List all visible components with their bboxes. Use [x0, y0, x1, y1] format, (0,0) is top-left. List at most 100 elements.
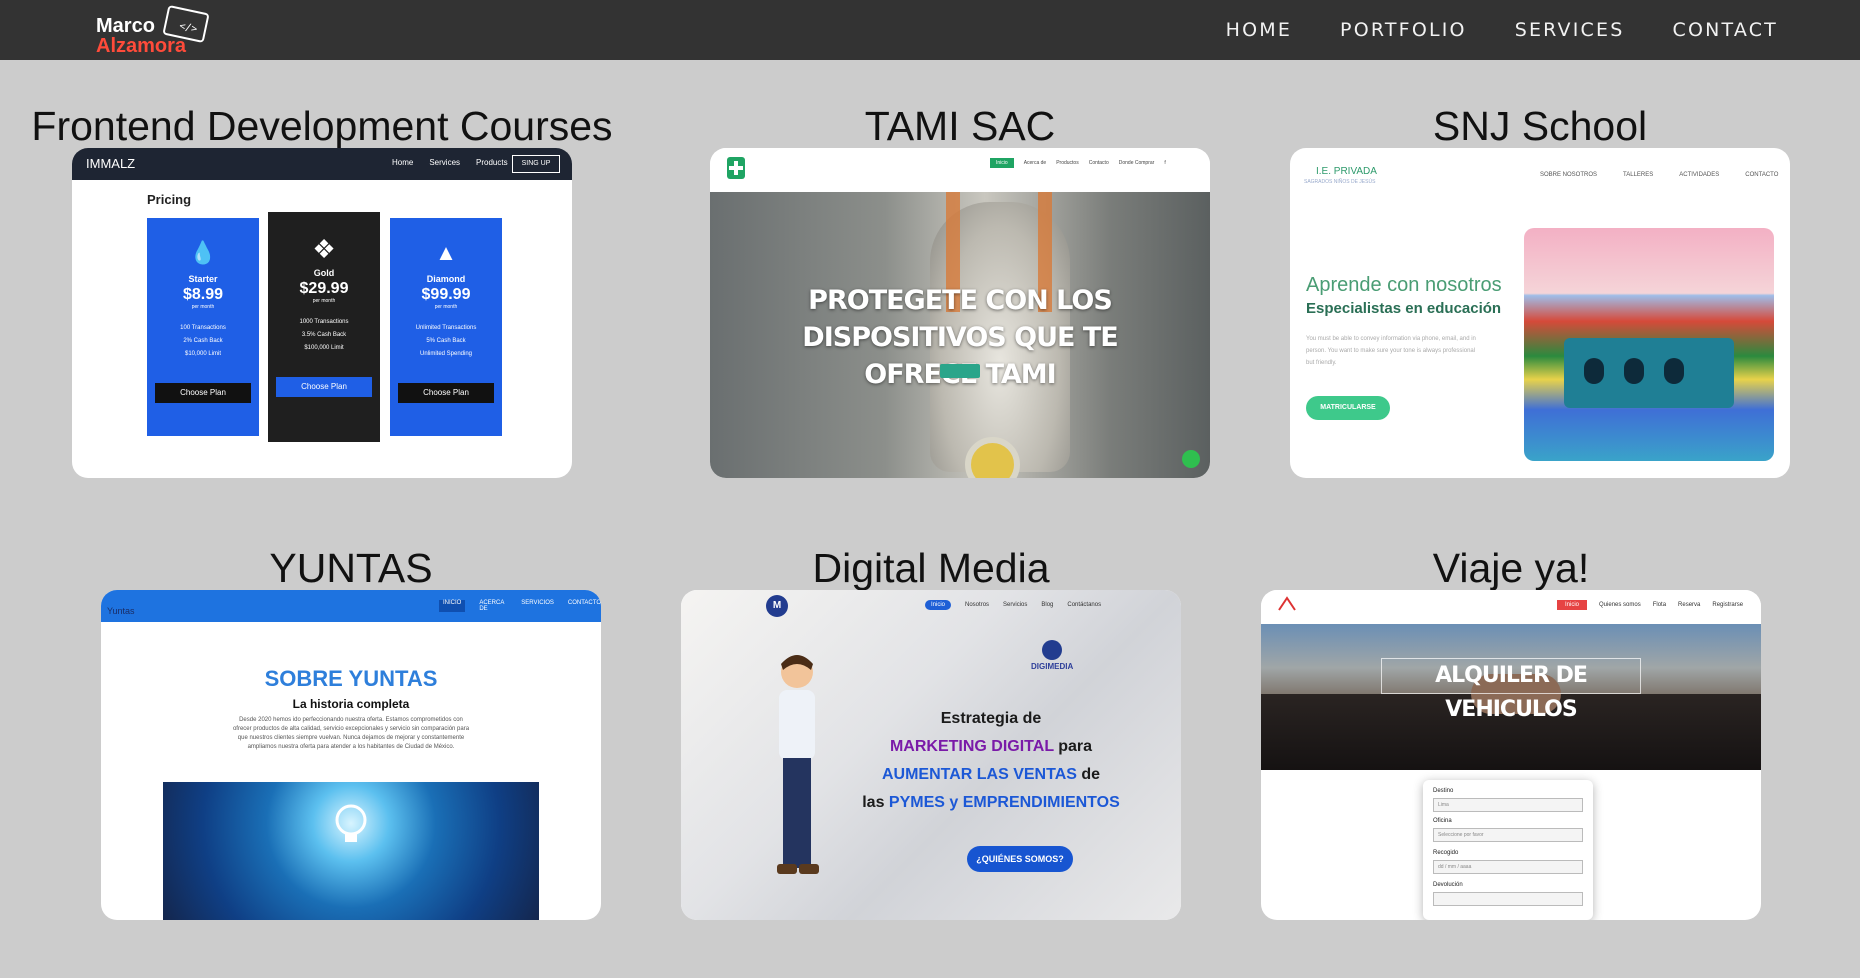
flame-icon: ▲: [435, 240, 457, 265]
preview-paragraph: Desde 2020 hemos ido perfeccionando nues…: [232, 717, 470, 750]
preview-links: Inicio Nosotros Servicios Blog Contáctan…: [925, 600, 1101, 610]
hero-highlight: PYMES y EMPRENDIMIENTOS: [888, 794, 1120, 811]
viaje-logo-icon: [1278, 596, 1296, 611]
preview-links: SOBRE NOSOTROS TALLERES ACTIVIDADES CONT…: [1540, 172, 1778, 178]
preview-heading: SOBRE YUNTAS: [264, 666, 438, 691]
preview-links: INICIO ACERCA DE SERVICIOS CONTACTO: [439, 600, 601, 612]
plan-feature: $100,000 Limit: [304, 345, 344, 351]
plan-price: $8.99: [182, 286, 224, 303]
preview-navbar: Inicio Acerca de Productos Contacto Dond…: [710, 148, 1210, 192]
preview-link: Inicio: [990, 158, 1014, 168]
plan-button: Choose Plan: [276, 377, 372, 397]
project-preview[interactable]: I.E. PRIVADA SAGRADOS NIÑOS DE JESÚS SOB…: [1290, 148, 1790, 478]
preview-link: SOBRE NOSOTROS: [1540, 172, 1598, 178]
preview-link: SERVICIOS: [521, 600, 554, 606]
form-label: Oficina: [1433, 818, 1452, 824]
digimedia-logo: DIGIMEDIA: [1031, 640, 1073, 671]
plan-feature: 3.5% Cash Back: [301, 332, 347, 338]
preview-link: Acerca de: [1023, 160, 1047, 166]
digimedia-logo-text: DIGIMEDIA: [1031, 662, 1074, 671]
hero-text: para: [1053, 738, 1093, 755]
hero-text: de: [1076, 766, 1101, 783]
preview-paragraph: You must be able to convey information v…: [1306, 336, 1476, 366]
preview-brand-sub: SAGRADOS NIÑOS DE JESÚS: [1304, 179, 1376, 185]
hero-line: Estrategia de: [940, 710, 1042, 727]
nav-home-link[interactable]: HOME: [1226, 19, 1292, 41]
preview-brand: I.E. PRIVADA: [1316, 166, 1377, 177]
drop-icon: 💧: [189, 240, 217, 265]
site-logo[interactable]: </> Marco Alzamora: [96, 4, 214, 56]
preview-subheading: La historia completa: [292, 697, 410, 711]
form-label: Destino: [1433, 788, 1454, 794]
logo-text-alzamora: Alzamora: [96, 35, 187, 57]
preview-booking-form: Destino Lima Oficina Seleccione por favo…: [1423, 780, 1593, 920]
preview-link: Productos: [1056, 160, 1079, 166]
plan-name: Gold: [313, 268, 335, 278]
preview-signup-button: SING UP: [512, 155, 560, 173]
form-date: dd / mm / aaaa: [1433, 860, 1583, 874]
hero-highlight: AUMENTAR LAS VENTAS: [881, 766, 1077, 783]
hero-line: PROTEGETE CON LOS: [808, 285, 1113, 316]
preview-link: Home: [392, 158, 414, 167]
hero-text: las: [862, 794, 889, 811]
preview-enroll-button: MATRICULARSE: [1306, 396, 1390, 420]
plan-feature: 1000 Transactions: [299, 319, 349, 325]
preview-pricing-heading: Pricing: [147, 192, 192, 207]
plan-card-starter: 💧 Starter $8.99 per month 100 Transactio…: [147, 218, 259, 436]
nav-contact-link[interactable]: CONTACT: [1672, 19, 1778, 41]
project-preview[interactable]: IMMALZ Home Services Products SING UP Pr…: [72, 148, 572, 478]
preview-link: CONTACTO: [567, 600, 601, 606]
preview-brand: Yuntas: [107, 606, 135, 616]
preview-link: INICIO: [439, 600, 466, 612]
top-navbar: </> Marco Alzamora HOME PORTFOLIO SERVIC…: [0, 0, 1860, 60]
preview-link: ACERCA DE: [479, 600, 505, 612]
form-select: Seleccione por favor: [1433, 828, 1583, 842]
plan-card-diamond: ▲ Diamond $99.99 per month Unlimited Tra…: [390, 218, 502, 436]
plan-button: Choose Plan: [398, 383, 494, 403]
preview-hero-button: [940, 364, 980, 378]
preview-link: Services: [429, 158, 461, 167]
project-title: SNJ School: [1432, 103, 1648, 149]
nav-links: HOME PORTFOLIO SERVICES CONTACT: [1226, 0, 1778, 60]
logo-text-marco: Marco: [96, 15, 155, 37]
preview-link: Registrarse: [1712, 602, 1744, 608]
nav-portfolio-link[interactable]: PORTFOLIO: [1340, 19, 1467, 41]
preview-hero: PROTEGETE CON LOS DISPOSITIVOS QUE TE OF…: [710, 192, 1210, 478]
project-preview[interactable]: Inicio Acerca de Productos Contacto Dond…: [710, 148, 1210, 478]
plan-card-gold: ❖ Gold $29.99 per month 1000 Transaction…: [268, 212, 380, 442]
project-preview[interactable]: Inicio Quienes somos Flota Reserva Regis…: [1261, 590, 1761, 920]
preview-link: Nosotros: [965, 602, 990, 608]
preview-subheading: Especialistas en educación: [1306, 300, 1502, 317]
preview-link: Products: [476, 158, 508, 167]
plan-button: Choose Plan: [155, 383, 251, 403]
preview-link: CONTACTO: [1745, 172, 1779, 178]
project-title: Viaje ya!: [1432, 545, 1590, 591]
preview-links: Inicio Acerca de Productos Contacto Dond…: [990, 158, 1166, 168]
form-label: Recogido: [1433, 850, 1459, 856]
plan-feature: 2% Cash Back: [183, 338, 223, 344]
preview-hero-title: ALQUILER DE VEHICULOS: [1381, 658, 1641, 722]
plan-name: Starter: [188, 274, 218, 284]
whatsapp-icon: [1182, 450, 1200, 468]
nav-services-link[interactable]: SERVICES: [1515, 19, 1625, 41]
preview-link: Contacto: [1088, 160, 1109, 166]
project-preview[interactable]: M Inicio Nosotros Servicios Blog Contáct…: [681, 590, 1181, 920]
plan-name: Diamond: [426, 274, 466, 284]
preview-link: Servicios: [1003, 602, 1028, 608]
plan-feature: $10,000 Limit: [184, 351, 222, 357]
cartoon-man-illustration: [777, 655, 819, 874]
hero-line: DISPOSITIVOS QUE TE: [802, 322, 1118, 353]
medical-cross-icon: [727, 157, 745, 179]
project-preview[interactable]: Yuntas INICIO ACERCA DE SERVICIOS CONTAC…: [101, 590, 601, 920]
preview-link: Inicio: [1557, 600, 1588, 610]
lightbulb-tech-image: [163, 782, 539, 920]
playground-image: [1524, 228, 1774, 461]
plan-feature: 5% Cash Back: [426, 338, 466, 344]
preview-link: Donde Comprar: [1118, 160, 1155, 166]
preview-heading: Aprende con nosotros: [1306, 274, 1502, 296]
preview-link: Contáctanos: [1067, 602, 1102, 608]
preview-links: Inicio Quienes somos Flota Reserva Regis…: [1557, 600, 1743, 610]
preview-link: Reserva: [1678, 602, 1701, 608]
form-label: Devolución: [1433, 882, 1463, 888]
preview-hero-text: Estrategia de MARKETING DIGITAL para AUM…: [831, 705, 1151, 817]
